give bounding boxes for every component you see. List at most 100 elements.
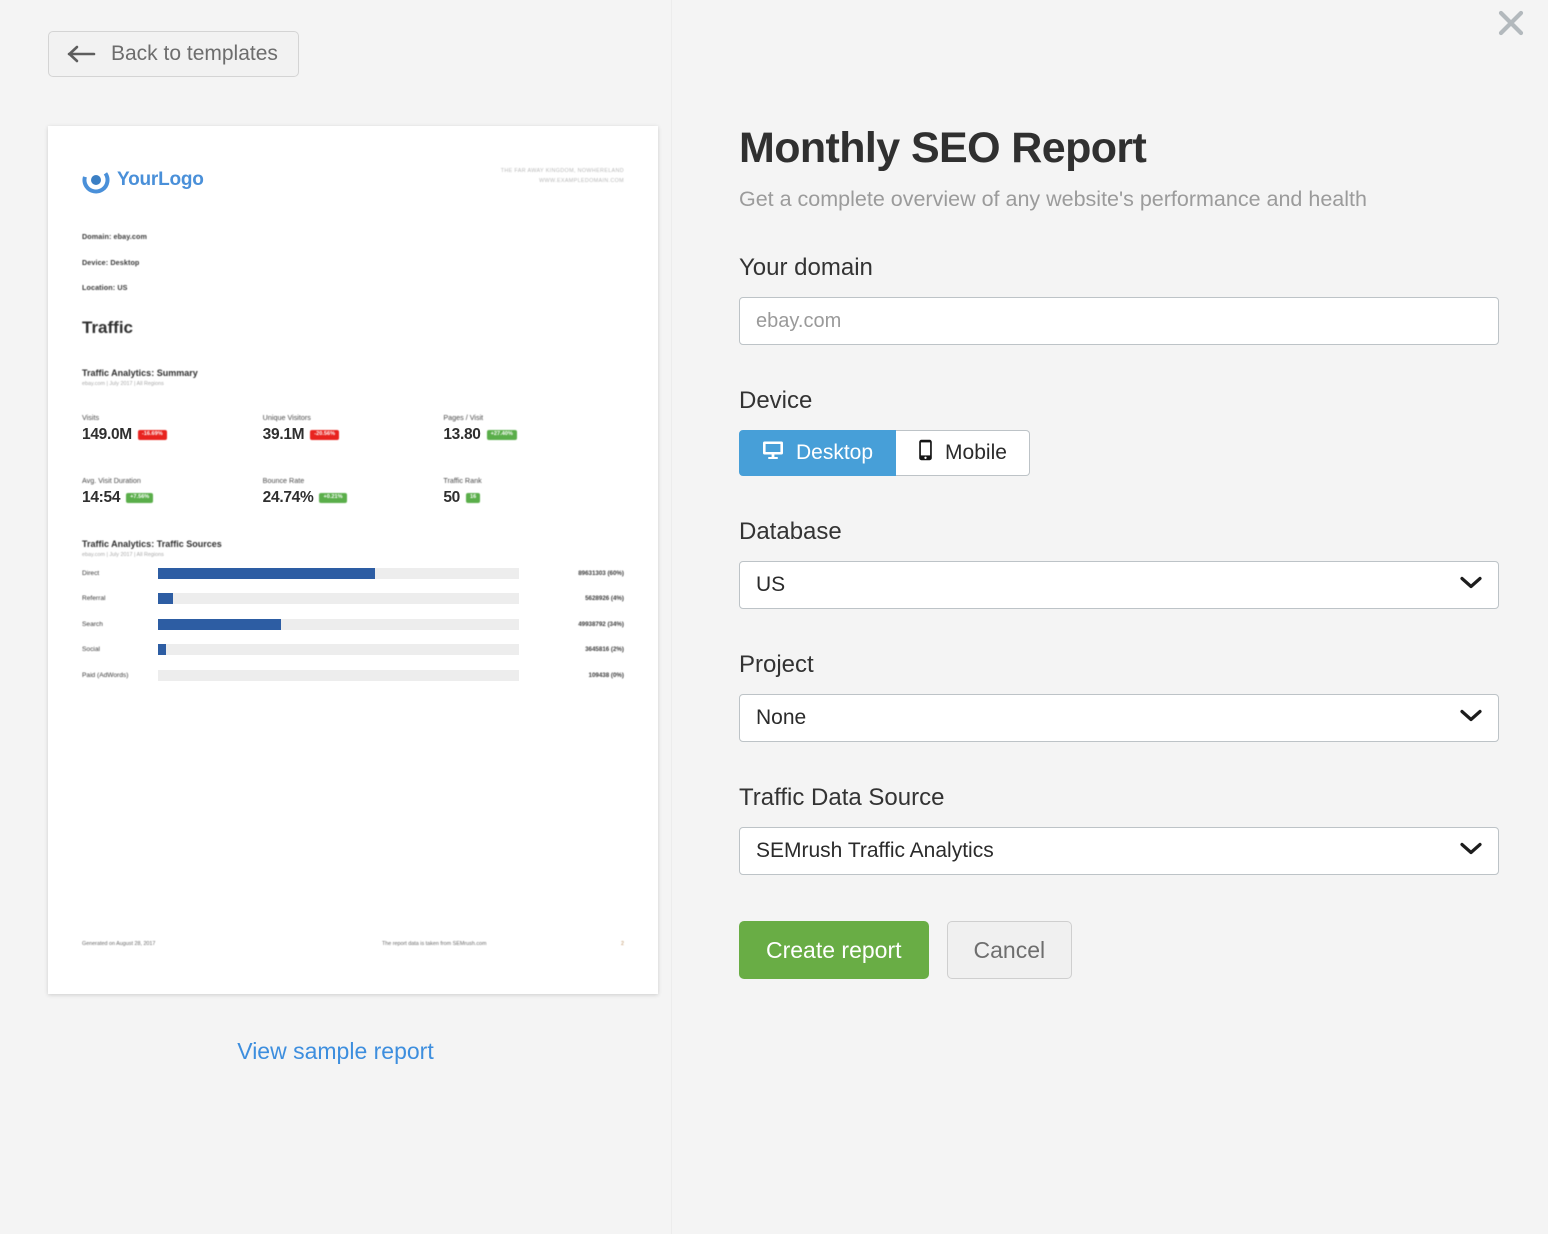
traffic-source-track: [158, 567, 520, 579]
summary-metrics: Visits 149.0M -16.69% Unique Visitors 39…: [82, 413, 624, 507]
traffic-sources-section: Traffic Analytics: Traffic Sources ebay.…: [82, 539, 624, 682]
traffic-source-bar: [158, 618, 281, 630]
traffic-source-row: Paid (AdWords) 109438 (0%): [82, 668, 624, 682]
traffic-source-value: 3645816 (2%): [585, 646, 624, 653]
metric-bounce-rate: Bounce Rate 24.74% +0.21%: [263, 476, 444, 507]
page-title: Monthly SEO Report: [739, 124, 1147, 172]
report-address-line-2: WWW.EXAMPLEDOMAIN.COM: [539, 178, 624, 185]
view-sample-report-link[interactable]: View sample report: [0, 1038, 671, 1065]
metric-label: Avg. Visit Duration: [82, 476, 141, 485]
page-subtitle: Get a complete overview of any website's…: [739, 187, 1367, 211]
project-select[interactable]: None: [739, 694, 1499, 742]
domain-label: Your domain: [739, 254, 873, 281]
domain-input[interactable]: [739, 297, 1499, 345]
traffic-source-track: [158, 618, 520, 630]
summary-subheading: ebay.com | July 2017 | All Regions: [82, 381, 164, 387]
metric-label: Bounce Rate: [262, 476, 305, 485]
traffic-source-row: Social 3645816 (2%): [82, 643, 624, 657]
traffic-source-bar: [158, 567, 375, 579]
metric-delta-badge: -20.56%: [310, 429, 340, 441]
summary-heading: Traffic Analytics: Summary: [82, 368, 198, 378]
metric-value: 13.80: [443, 426, 481, 443]
traffic-data-source-value: SEMrush Traffic Analytics: [756, 839, 994, 862]
device-option-mobile[interactable]: Mobile: [896, 430, 1030, 476]
metric-avg-visit-duration: Avg. Visit Duration 14:54 +7.56%: [82, 476, 263, 507]
report-address: THE FAR AWAY KINGDOM, NOWHERELAND WWW.EX…: [501, 166, 624, 187]
traffic-source-value: 5628926 (4%): [585, 595, 624, 602]
metric-label: Pages / Visit: [443, 413, 484, 422]
report-meta-location: Location: US: [82, 283, 128, 292]
traffic-source-row: Referral 5628926 (4%): [82, 592, 624, 606]
column-divider: [671, 0, 672, 1234]
traffic-source-track: [158, 593, 520, 604]
report-footer-source: The report data is taken from SEMrush.co…: [381, 941, 487, 947]
metric-value: 50: [443, 489, 460, 506]
project-field: Project None: [739, 651, 1499, 742]
metric-traffic-rank: Traffic Rank 50 16: [443, 476, 624, 507]
database-field: Database US: [739, 518, 1499, 609]
database-select[interactable]: US: [739, 561, 1499, 609]
metric-value: 149.0M: [82, 426, 132, 443]
report-preview-card[interactable]: YourLogo THE FAR AWAY KINGDOM, NOWHERELA…: [48, 126, 658, 994]
report-meta-device: Device: Desktop: [82, 257, 140, 267]
report-logo: YourLogo: [82, 166, 204, 194]
report-meta-domain: Domain: ebay.com: [82, 232, 147, 241]
traffic-sources-subheading: ebay.com | July 2017 | All Regions: [82, 552, 164, 558]
your-logo-icon: [82, 166, 110, 194]
project-label: Project: [739, 651, 814, 678]
domain-field: Your domain: [739, 254, 1499, 345]
metric-visits: Visits 149.0M -16.69%: [82, 413, 263, 444]
close-icon: [1496, 8, 1526, 43]
create-report-button[interactable]: Create report: [739, 921, 929, 979]
desktop-icon: [762, 440, 784, 466]
metric-value: 39.1M: [262, 426, 305, 443]
metric-label: Visits: [82, 413, 100, 422]
device-label: Device: [739, 387, 813, 414]
cancel-button[interactable]: Cancel: [946, 921, 1073, 979]
traffic-sources-chart: Direct 89631303 (60%) Referral 5628926 (…: [82, 566, 624, 682]
device-option-desktop[interactable]: Desktop: [739, 430, 897, 476]
metric-unique-visitors: Unique Visitors 39.1M -20.56%: [263, 413, 444, 444]
device-option-desktop-label: Desktop: [796, 441, 874, 464]
report-footer: Generated on August 28, 2017 The report …: [82, 941, 624, 947]
mobile-icon: [918, 439, 933, 467]
project-select-value: None: [756, 706, 807, 729]
report-section-title: Traffic: [82, 318, 134, 337]
database-select-value: US: [756, 573, 786, 596]
device-toggle-group: Desktop Mobile: [739, 430, 1499, 476]
metric-delta-badge: -16.69%: [137, 429, 167, 441]
traffic-source-label: Paid (AdWords): [82, 671, 129, 679]
metric-value: 14:54: [82, 489, 121, 506]
device-option-mobile-label: Mobile: [945, 441, 1007, 464]
report-document: YourLogo THE FAR AWAY KINGDOM, NOWHERELA…: [48, 126, 658, 994]
traffic-source-track: [158, 644, 520, 655]
metric-row: Visits 149.0M -16.69% Unique Visitors 39…: [82, 413, 624, 444]
traffic-source-label: Referral: [82, 595, 106, 602]
report-footer-page-number: 2: [621, 941, 624, 947]
traffic-source-label: Social: [82, 646, 100, 653]
metric-pages-per-visit: Pages / Visit 13.80 +27.40%: [443, 413, 624, 444]
form-actions: Create report Cancel: [739, 921, 1499, 979]
traffic-source-row: Direct 89631303 (60%): [82, 566, 624, 580]
metric-value: 24.74%: [262, 489, 314, 506]
metric-delta-badge: +27.40%: [486, 429, 517, 441]
metric-delta-badge: 16: [466, 492, 481, 504]
report-preview-column: YourLogo THE FAR AWAY KINGDOM, NOWHERELA…: [0, 0, 671, 1234]
traffic-data-source-field: Traffic Data Source SEMrush Traffic Anal…: [739, 784, 1499, 875]
report-logo-text: YourLogo: [117, 169, 204, 190]
traffic-source-bar: [158, 644, 167, 655]
metric-row: Avg. Visit Duration 14:54 +7.56% Bounce …: [82, 476, 624, 507]
traffic-source-value: 109438 (0%): [588, 671, 624, 679]
report-address-line-1: THE FAR AWAY KINGDOM, NOWHERELAND: [500, 168, 624, 174]
report-meta: Domain: ebay.com Device: Desktop Locatio…: [82, 232, 624, 292]
traffic-source-value: 49938792 (34%): [578, 620, 624, 628]
metric-label: Unique Visitors: [262, 413, 311, 422]
traffic-sources-heading: Traffic Analytics: Traffic Sources: [82, 539, 222, 549]
report-header: YourLogo THE FAR AWAY KINGDOM, NOWHERELA…: [82, 166, 624, 194]
traffic-source-label: Search: [82, 620, 103, 628]
metric-label: Traffic Rank: [443, 476, 482, 485]
device-field: Device Desktop Mobile: [739, 387, 1499, 476]
report-config-form: Monthly SEO Report Get a complete overvi…: [739, 0, 1499, 979]
traffic-data-source-select[interactable]: SEMrush Traffic Analytics: [739, 827, 1499, 875]
metric-delta-badge: +7.56%: [126, 492, 154, 504]
